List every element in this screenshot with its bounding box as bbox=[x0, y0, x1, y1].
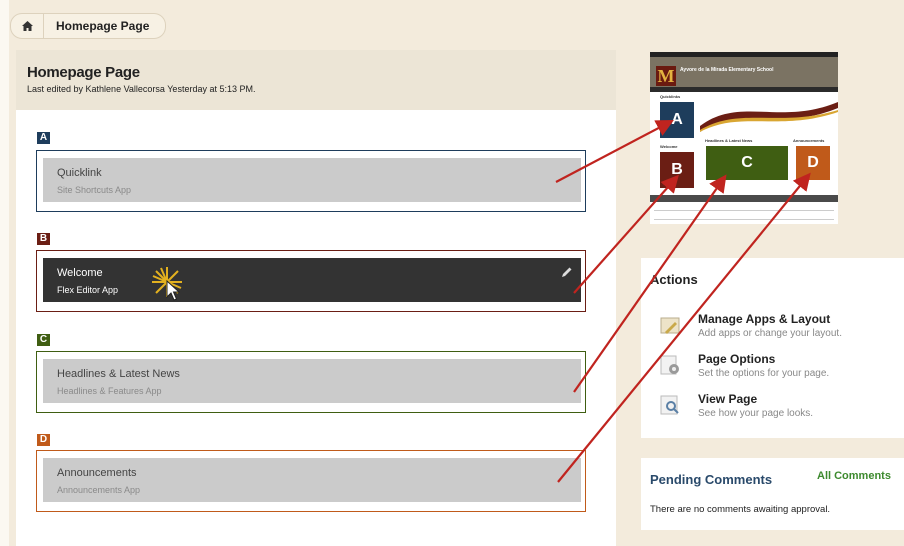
annotation-arrows bbox=[555, 119, 811, 483]
arrow-d bbox=[557, 172, 811, 483]
arrow-b bbox=[573, 174, 679, 294]
arrow-a bbox=[555, 119, 674, 183]
arrow-c bbox=[573, 174, 727, 393]
